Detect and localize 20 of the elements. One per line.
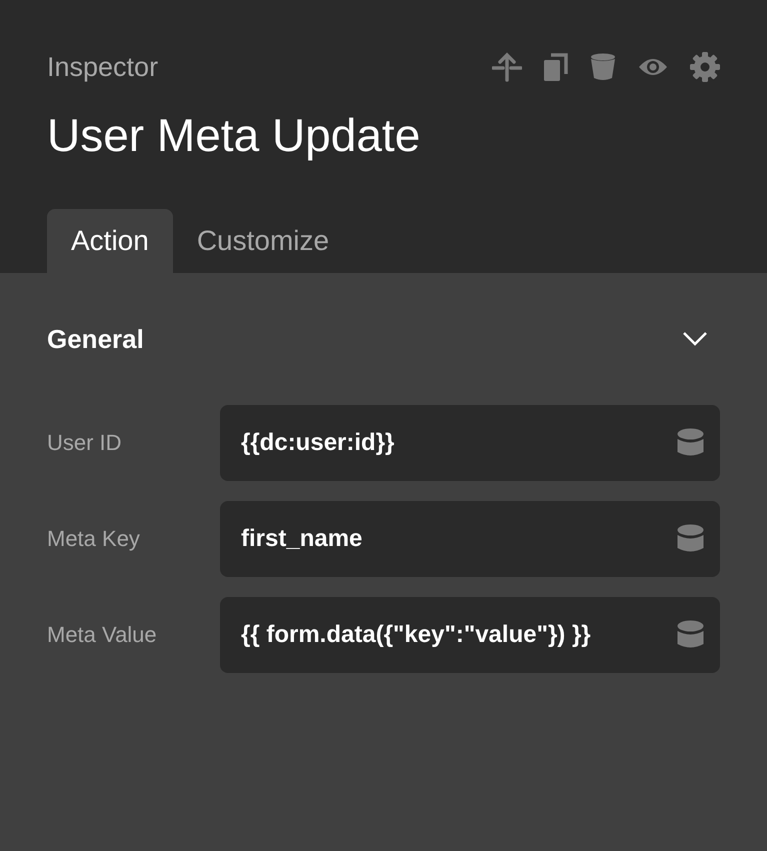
split-arrow-icon[interactable]	[492, 52, 522, 82]
input-field[interactable]: first_name	[220, 501, 720, 578]
eye-icon[interactable]	[638, 56, 668, 78]
database-icon[interactable]	[677, 524, 704, 554]
database-icon[interactable]	[677, 620, 704, 650]
chevron-icon[interactable]	[682, 331, 708, 348]
tab[interactable]: Customize	[172, 209, 354, 274]
input-field[interactable]: {{ form.data({"key":"value"}) }}	[220, 597, 720, 674]
inspector-title: User Meta Update	[47, 108, 422, 163]
database-icon[interactable]	[677, 428, 704, 458]
tab[interactable]: Action	[47, 209, 173, 274]
section-title: General	[47, 324, 144, 355]
bucket-icon[interactable]	[590, 53, 616, 81]
settings-icon[interactable]	[690, 52, 720, 82]
field-label: User ID	[47, 430, 123, 456]
field-label: Meta Key	[47, 526, 141, 552]
copy-icon[interactable]	[544, 53, 568, 81]
panel-label: Inspector	[47, 52, 158, 82]
input-field[interactable]: {{dc:user:id}}	[220, 405, 720, 482]
field-label: Meta Value	[47, 622, 158, 648]
